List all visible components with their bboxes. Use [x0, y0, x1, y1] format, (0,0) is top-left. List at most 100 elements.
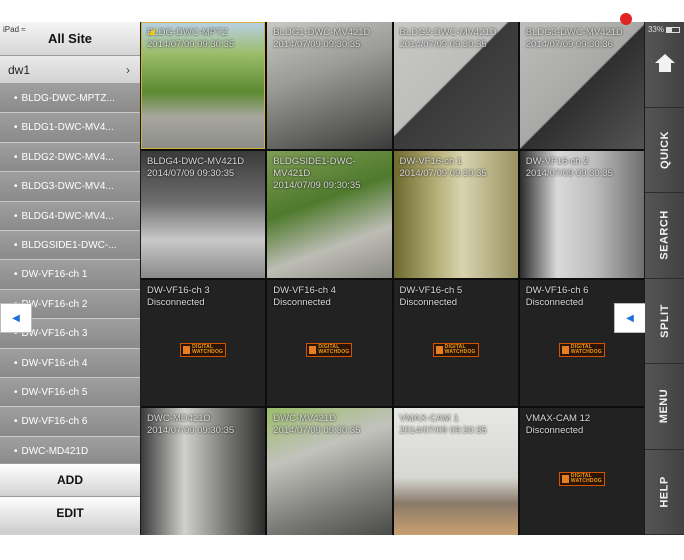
camera-item[interactable]: • DW-VF16-ch 1: [0, 260, 140, 290]
tile-label: BLDG-DWC-MPTZ 2014/07/09 09:30:35: [147, 27, 234, 51]
camera-tile[interactable]: DW-VF16-ch 1 2014/07/09 09:30:35: [393, 150, 518, 278]
tile-label: BLDG1-DWC-MV421D 2014/07/09 09:30:35: [273, 27, 370, 51]
prev-page-arrow-icon[interactable]: ◀: [0, 303, 32, 333]
tile-name: BLDG4-DWC-MV421D: [147, 155, 245, 167]
tile-timestamp: 2014/07/09 09:30:36: [525, 39, 613, 50]
tile-timestamp: 2014/07/09 09:30:35: [399, 167, 487, 179]
group-dw1[interactable]: dw1 ›: [0, 56, 140, 84]
tile-status: Disconnected: [399, 296, 458, 308]
status-battery: 33%: [648, 25, 680, 34]
tile-name: BLDG-DWC-MPTZ: [147, 27, 228, 38]
site-sidebar: All Site dw1 › • BLDG-DWC-MPTZ... • BLDG1-…: [0, 22, 140, 535]
camera-tile[interactable]: BLDG2-DWC-MV421D 2014/07/09 09:30:35: [393, 22, 518, 149]
camera-item[interactable]: • BLDG2-DWC-MV4...: [0, 142, 140, 173]
camera-item-label: BLDG4-DWC-MV4...: [21, 210, 114, 222]
quick-button[interactable]: QUICK: [645, 107, 684, 193]
tile-name: DW-VF16-ch 2: [525, 155, 589, 167]
camera-tile[interactable]: DW-VF16-ch 5 Disconnected DIGITAL WATCHDOG: [393, 279, 518, 407]
camera-tile[interactable]: DWC-MD421D 2014/07/09 09:30:35: [141, 408, 266, 535]
tile-status: Disconnected: [525, 296, 584, 308]
camera-item[interactable]: • BLDGSIDE1-DWC-...: [0, 230, 140, 261]
camera-item-label: BLDGSIDE1-DWC-...: [21, 239, 117, 251]
camera-tile[interactable]: BLDGSIDE1-DWC-MV421D 2014/07/09 09:30:35: [267, 150, 392, 278]
battery-icon: [666, 26, 680, 33]
tile-name: DW-VF16-ch 6: [525, 284, 589, 296]
watchdog-logo: DIGITAL WATCHDOG: [558, 343, 605, 358]
quick-label: QUICK: [658, 130, 671, 169]
tile-timestamp: 2014/07/09 09:30:35: [525, 167, 613, 179]
camera-tile[interactable]: DW-VF16-ch 4 Disconnected DIGITAL WATCHDOG: [267, 279, 392, 407]
camera-item-label: DW-VF16-ch 5: [21, 386, 88, 398]
camera-item[interactable]: • BLDG-DWC-MPTZ...: [0, 84, 140, 114]
camera-tile[interactable]: BLDG1-DWC-MV421D 2014/07/09 09:30:35: [267, 22, 392, 149]
tile-status: Disconnected: [147, 296, 205, 308]
watchdog-logo: DIGITAL WATCHDOG: [558, 472, 605, 487]
tile-name: DW-VF16-ch 4: [273, 284, 336, 296]
tile-label: DWC-MD421D 2014/07/09 09:30:35: [147, 413, 234, 437]
tile-name: BLDG2-DWC-MV421D: [399, 27, 497, 38]
tile-label: DW-VF16-ch 4 Disconnected: [273, 285, 336, 309]
tile-name: DWC-MD421D: [147, 413, 211, 425]
record-indicator-icon: [620, 13, 632, 25]
tile-name: BLDGSIDE1-DWC-MV421D: [273, 155, 356, 179]
camera-tile[interactable]: BLDG3-DWC-MV421D 2014/07/09 09:30:36: [519, 22, 644, 149]
next-page-arrow-icon[interactable]: ◀: [614, 303, 646, 333]
camera-item[interactable]: • DW-VF16-ch 5: [0, 377, 140, 408]
tile-label: BLDG3-DWC-MV421D 2014/07/09 09:30:36: [526, 27, 623, 51]
tile-name: VMAX-CAM 12: [525, 413, 591, 425]
tile-label: BLDG2-DWC-MV421D 2014/07/09 09:30:35: [400, 27, 497, 51]
camera-item-label: DW-VF16-ch 1: [21, 269, 88, 281]
edit-button[interactable]: EDIT: [0, 496, 140, 528]
camera-grid: BLDG-DWC-MPTZ 2014/07/09 09:30:35 BLDG1-D…: [141, 22, 644, 535]
device-label: iPad: [3, 25, 20, 34]
tile-name: DW-VF16-ch 1: [399, 155, 463, 167]
camera-item-label: BLDG-DWC-MPTZ...: [21, 93, 115, 104]
menu-button[interactable]: MENU: [645, 364, 684, 450]
camera-item-label: BLDG3-DWC-MV4...: [21, 181, 114, 193]
camera-tile[interactable]: BLDG4-DWC-MV421D 2014/07/09 09:30:35: [141, 150, 266, 278]
camera-list: • BLDG-DWC-MPTZ... • BLDG1-DWC-MV4... • BLD…: [0, 84, 140, 467]
tile-timestamp: 2014/07/09 09:30:35: [273, 179, 361, 191]
search-button[interactable]: SEARCH: [645, 193, 684, 279]
tile-timestamp: 2014/07/09 09:30:35: [273, 425, 361, 437]
camera-tile[interactable]: VMAX-CAM 12 Disconnected DIGITAL WATCHDOG: [519, 408, 644, 535]
camera-tile[interactable]: VMAX-CAM 1 2014/07/09 09:30:35: [393, 408, 518, 535]
camera-tile[interactable]: BLDG-DWC-MPTZ 2014/07/09 09:30:35: [141, 22, 266, 149]
search-label: SEARCH: [658, 210, 671, 260]
camera-tile[interactable]: DWC-MV421D 2014/07/09 09:30:35: [267, 408, 392, 535]
split-button[interactable]: SPLIT: [645, 278, 684, 364]
tile-timestamp: 2014/07/09 09:30:35: [273, 39, 361, 50]
group-label: dw1: [8, 62, 31, 77]
camera-item-label: BLDG1-DWC-MV4...: [21, 122, 114, 134]
camera-item[interactable]: • BLDG1-DWC-MV4...: [0, 113, 140, 143]
split-label: SPLIT: [658, 303, 671, 338]
camera-item[interactable]: • DW-VF16-ch 6: [0, 407, 140, 437]
tile-name: DWC-MV421D: [273, 413, 337, 425]
tile-name: DW-VF16-ch 3: [147, 284, 210, 296]
tile-timestamp: 2014/07/09 09:30:35: [147, 39, 235, 50]
home-button[interactable]: [645, 22, 684, 108]
camera-tile[interactable]: DW-VF16-ch 6 Disconnected DIGITAL WATCHDOG: [519, 279, 644, 407]
watchdog-logo: DIGITAL WATCHDOG: [180, 343, 227, 358]
home-icon: [654, 54, 676, 74]
battery-percent: 33%: [647, 25, 664, 34]
menu-label: MENU: [658, 389, 671, 424]
camera-tile[interactable]: DW-VF16-ch 3 Disconnected DIGITAL WATCHDOG: [141, 279, 266, 407]
help-label: HELP: [658, 476, 671, 508]
tile-name: DW-VF16-ch 5: [399, 284, 463, 296]
camera-item-label: DW-VF16-ch 4: [21, 357, 88, 369]
help-button[interactable]: HELP: [645, 449, 684, 535]
tile-name: VMAX-CAM 1: [399, 413, 459, 425]
camera-tile[interactable]: DW-VF16-ch 2 2014/07/09 09:30:35: [519, 150, 644, 278]
tile-timestamp: 2014/07/09 09:30:35: [399, 425, 487, 437]
tile-label: VMAX-CAM 1 2014/07/09 09:30:35: [400, 413, 487, 437]
camera-item[interactable]: • BLDG4-DWC-MV4...: [0, 201, 140, 231]
tile-label: DW-VF16-ch 2 2014/07/09 09:30:35: [526, 156, 613, 180]
add-button[interactable]: ADD: [0, 463, 140, 495]
camera-item[interactable]: • DW-VF16-ch 4: [0, 348, 140, 378]
camera-item[interactable]: • BLDG3-DWC-MV4...: [0, 172, 140, 202]
wifi-icon: ≈: [21, 25, 26, 34]
tile-label: DW-VF16-ch 3 Disconnected: [147, 285, 210, 309]
tile-timestamp: 2014/07/09 09:30:35: [147, 167, 235, 179]
camera-item[interactable]: • DWC-MD421D: [0, 436, 140, 467]
